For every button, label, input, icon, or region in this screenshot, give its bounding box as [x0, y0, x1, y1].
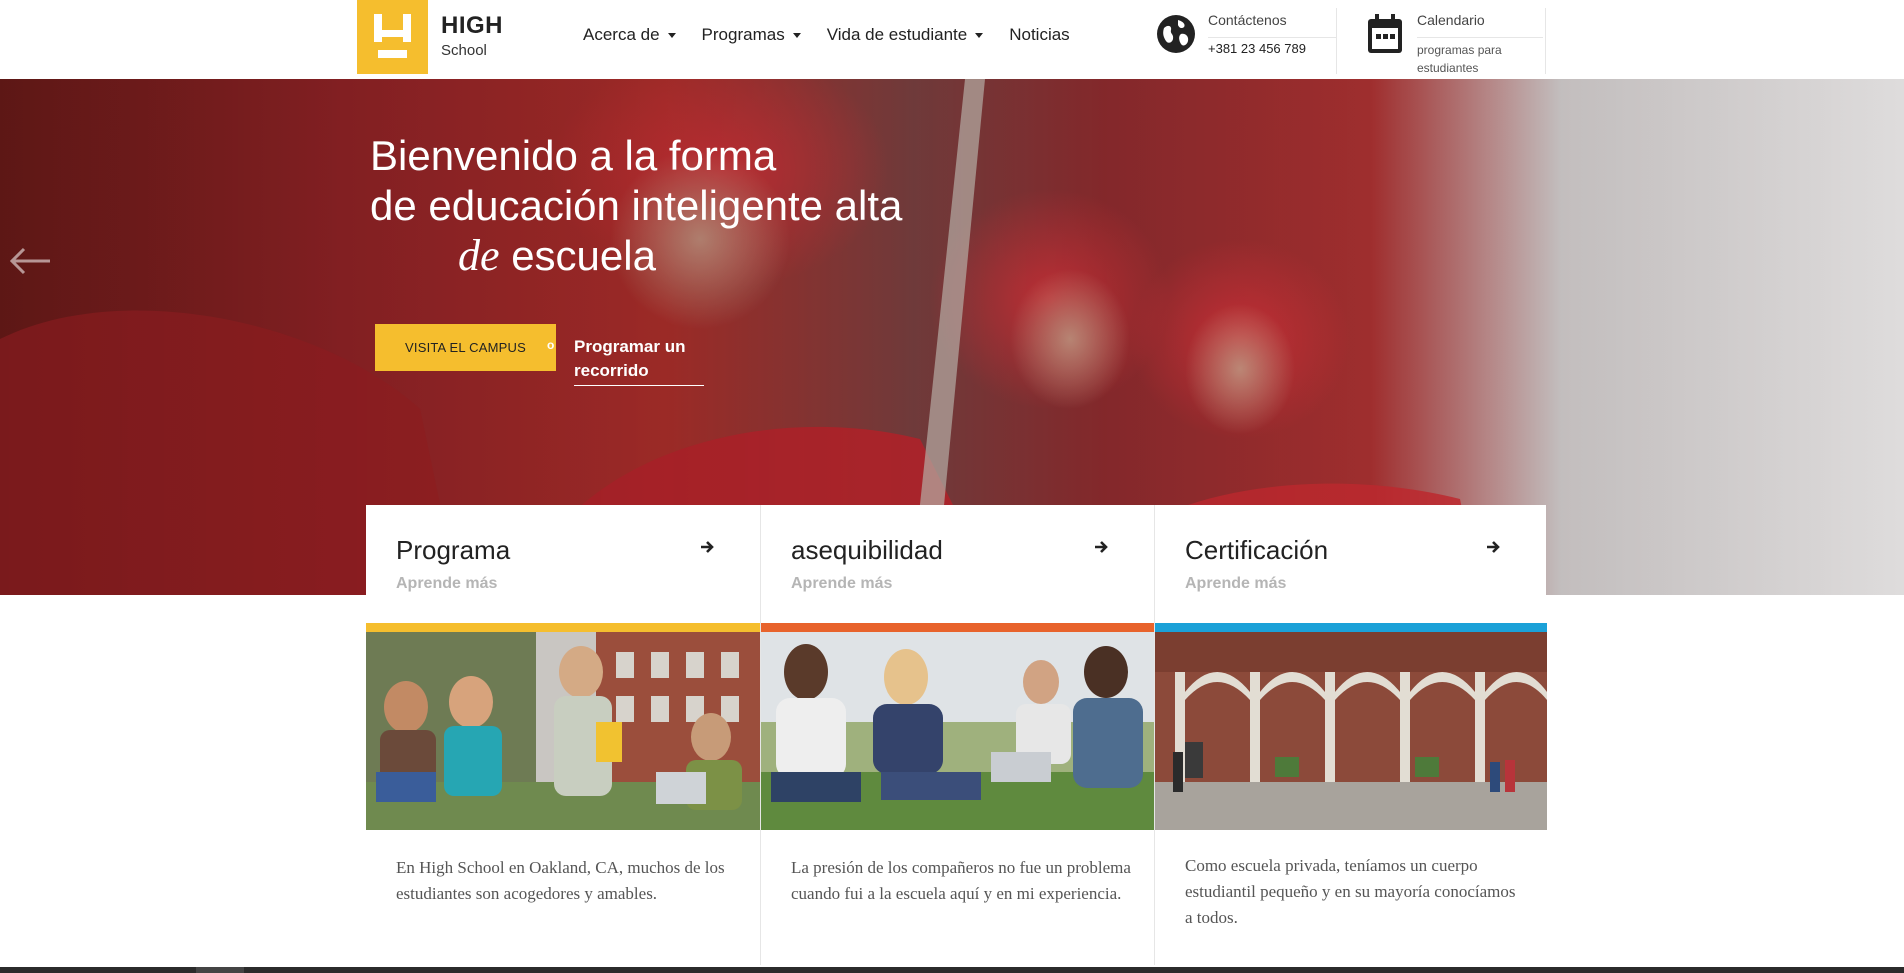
calendar-widget[interactable]: Calendario programas para estudiantes [1367, 12, 1547, 76]
logo-h-icon [374, 14, 411, 58]
contact-widget[interactable]: Contáctenos +381 23 456 789 [1156, 12, 1336, 60]
hero-title-emphasis: de [458, 231, 500, 280]
nav-item-noticias[interactable]: Noticias [1009, 25, 1069, 45]
campus-image [1155, 632, 1547, 830]
arrow-right-icon[interactable] [700, 539, 716, 555]
hero-title-word: escuela [511, 232, 656, 279]
caret-down-icon [792, 32, 801, 38]
feature-card-asequibilidad[interactable]: asequibilidad Aprende más La presión de … [760, 505, 1155, 965]
hero-title: Bienvenido a la forma de educación intel… [370, 131, 990, 281]
globe-icon [1157, 15, 1195, 53]
cta-or-text: o [547, 338, 555, 352]
nav-item-vida-de-estudiante[interactable]: Vida de estudiante [827, 25, 984, 45]
nav-item-label: Programas [701, 25, 785, 44]
nav-item-label: Vida de estudiante [826, 25, 968, 44]
card-image-students-lawn[interactable] [761, 632, 1155, 830]
caret-down-icon [667, 32, 676, 38]
card-image-students-laptops[interactable] [366, 632, 760, 830]
nav-item-label: Acerca de [583, 25, 660, 44]
card-accent-bar [366, 623, 760, 632]
header-divider [1336, 8, 1337, 74]
footer-tab [196, 967, 244, 973]
learn-more-link[interactable]: Aprende más [791, 575, 892, 593]
arrow-left-icon[interactable] [8, 246, 52, 276]
card-image-campus-arcade[interactable] [1155, 632, 1547, 830]
card-title: Certificación [1185, 535, 1329, 565]
hero-title-line: de escuela [370, 231, 990, 281]
logo-text[interactable]: HIGH School [441, 14, 503, 61]
calendar-value[interactable]: programas para estudiantes [1417, 41, 1527, 77]
main-nav: Acerca de Programas Vida de estudiante N… [583, 25, 1096, 45]
card-accent-bar [1155, 623, 1547, 632]
logo[interactable] [357, 0, 428, 74]
arrow-right-icon[interactable] [1094, 539, 1110, 555]
calendar-label: Calendario [1417, 12, 1543, 38]
feature-card-programa[interactable]: Programa Aprende más En High School en O… [366, 505, 760, 965]
nav-item-acerca-de[interactable]: Acerca de [583, 25, 676, 45]
nav-item-label: Noticias [1009, 25, 1070, 44]
students-image [366, 632, 760, 830]
card-description: Como escuela privada, teníamos un cuerpo… [1185, 856, 1516, 927]
card-accent-bar [761, 623, 1155, 632]
header-divider [1545, 8, 1546, 74]
arrow-right-icon[interactable] [1486, 539, 1502, 555]
calendar-icon [1368, 14, 1402, 53]
logo-subtitle: School [441, 42, 487, 59]
students-image [761, 632, 1155, 830]
site-header: HIGH School Acerca de Programas Vida de … [0, 0, 1904, 79]
feature-card-certificacion[interactable]: Certificación Aprende más Como escuela p… [1154, 505, 1547, 965]
learn-more-link[interactable]: Aprende más [1185, 575, 1286, 593]
contact-label: Contáctenos [1208, 12, 1336, 38]
caret-down-icon [975, 32, 984, 38]
card-title: Programa [396, 535, 511, 565]
nav-item-programas[interactable]: Programas [702, 25, 801, 45]
card-description: En High School en Oakland, CA, muchos de… [396, 858, 725, 903]
logo-title: HIGH [441, 12, 503, 39]
hero-title-line: Bienvenido a la forma [370, 132, 777, 179]
card-title: asequibilidad [791, 535, 943, 565]
schedule-tour-link[interactable]: Programar un recorrido [574, 335, 704, 386]
hero-title-line: de educación inteligente alta [370, 182, 903, 229]
feature-cards: Programa Aprende más En High School en O… [366, 505, 1547, 965]
visit-campus-button[interactable]: VISITA EL CAMPUS [375, 324, 556, 371]
contact-phone[interactable]: +381 23 456 789 [1208, 41, 1306, 56]
card-description: La presión de los compañeros no fue un p… [791, 858, 1131, 903]
learn-more-link[interactable]: Aprende más [396, 575, 497, 593]
footer-strip [0, 967, 1904, 973]
